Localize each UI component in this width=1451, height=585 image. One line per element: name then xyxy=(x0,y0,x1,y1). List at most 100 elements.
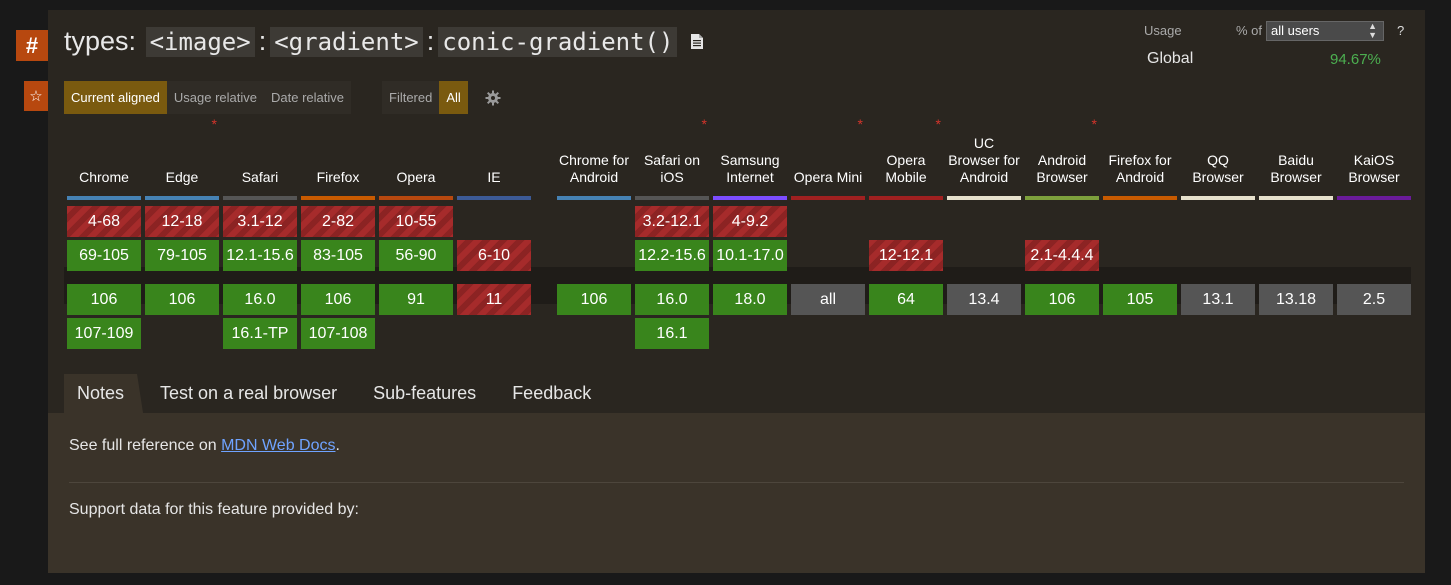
support-cell[interactable]: 16.1 xyxy=(635,318,709,349)
support-cell[interactable]: 91 xyxy=(379,284,453,315)
browser-header-chrome: Chrome xyxy=(67,116,141,186)
support-cell[interactable]: 64 xyxy=(869,284,943,315)
browser-name: KaiOS Browser xyxy=(1348,152,1400,185)
note-asterisk[interactable]: * xyxy=(212,116,217,133)
notes-suffix: . xyxy=(335,437,340,454)
browser-color-bar xyxy=(635,196,709,200)
date-relative-button[interactable]: Date relative xyxy=(264,81,351,114)
support-cell[interactable]: 56-90 xyxy=(379,240,453,271)
browser-color-bar xyxy=(557,196,631,200)
browser-color-bar xyxy=(1181,196,1255,200)
browser-name: QQ Browser xyxy=(1192,152,1244,185)
mdn-link[interactable]: MDN Web Docs xyxy=(221,437,335,454)
filtered-button[interactable]: Filtered xyxy=(382,81,440,114)
note-asterisk[interactable]: * xyxy=(1092,116,1097,133)
support-cell[interactable]: 83-105 xyxy=(301,240,375,271)
support-cell[interactable]: 105 xyxy=(1103,284,1177,315)
support-cell[interactable]: 2.5 xyxy=(1337,284,1411,315)
title-separator: : xyxy=(426,26,435,56)
document-icon[interactable] xyxy=(691,34,704,49)
support-data-text: Support data for this feature provided b… xyxy=(69,501,359,518)
divider xyxy=(69,482,1404,483)
note-asterisk[interactable]: * xyxy=(936,116,941,133)
support-cell[interactable]: 12-12.1 xyxy=(869,240,943,271)
support-cell[interactable]: 3.2-12.1 xyxy=(635,206,709,237)
tab-test-on-real-browser[interactable]: Test on a real browser xyxy=(147,374,356,413)
support-cell[interactable]: 106 xyxy=(301,284,375,315)
support-cell[interactable]: 13.4 xyxy=(947,284,1021,315)
support-cell[interactable]: 107-109 xyxy=(67,318,141,349)
browser-color-bar xyxy=(1259,196,1333,200)
current-aligned-button[interactable]: Current aligned xyxy=(64,81,167,114)
support-cell[interactable]: 106 xyxy=(557,284,631,315)
support-cell[interactable]: 10.1-17.0 xyxy=(713,240,787,271)
support-cell[interactable]: 12.2-15.6 xyxy=(635,240,709,271)
support-cell[interactable]: 2-82 xyxy=(301,206,375,237)
tab-notes[interactable]: Notes xyxy=(64,374,143,413)
browser-name: Opera Mobile xyxy=(885,152,927,185)
gear-icon[interactable] xyxy=(485,90,501,106)
support-cell[interactable]: 6-10 xyxy=(457,240,531,271)
browser-color-bar xyxy=(713,196,787,200)
browser-header-safari-on-ios: Safari on iOS * xyxy=(635,116,709,186)
note-asterisk[interactable]: * xyxy=(858,116,863,133)
support-cell[interactable]: 2.1-4.4.4 xyxy=(1025,240,1099,271)
support-cell[interactable]: 13.1 xyxy=(1181,284,1255,315)
select-arrows-icon: ▲ ▼ xyxy=(1368,21,1377,40)
anchor-hash-badge[interactable]: # xyxy=(16,30,48,61)
support-cell[interactable]: 16.0 xyxy=(635,284,709,315)
users-select[interactable]: all users ▲ ▼ xyxy=(1266,21,1384,41)
star-icon[interactable]: ☆ xyxy=(24,81,48,111)
support-cell[interactable]: 11 xyxy=(457,284,531,315)
browser-name: Firefox for Android xyxy=(1108,152,1172,185)
users-select-value: all users xyxy=(1271,23,1320,38)
browser-color-bar xyxy=(145,196,219,200)
browser-color-bar xyxy=(301,196,375,200)
support-cell[interactable]: 79-105 xyxy=(145,240,219,271)
browser-name: Firefox xyxy=(316,169,360,185)
tab-feedback[interactable]: Feedback xyxy=(499,374,610,413)
browser-color-bar xyxy=(1337,196,1411,200)
support-cell[interactable]: all xyxy=(791,284,865,315)
support-cell[interactable]: 4-68 xyxy=(67,206,141,237)
usage-relative-button[interactable]: Usage relative xyxy=(166,81,264,114)
support-cell[interactable]: 107-108 xyxy=(301,318,375,349)
title-token-conic: conic-gradient() xyxy=(438,26,678,57)
support-cell[interactable]: 18.0 xyxy=(713,284,787,315)
support-cell[interactable]: 4-9.2 xyxy=(713,206,787,237)
support-cell[interactable]: 69-105 xyxy=(67,240,141,271)
support-cell[interactable]: 10-55 xyxy=(379,206,453,237)
tab-sub-features[interactable]: Sub-features xyxy=(360,374,495,413)
support-cell[interactable]: 16.0 xyxy=(223,284,297,315)
support-cell[interactable]: 106 xyxy=(145,284,219,315)
browser-name: Edge xyxy=(165,169,199,185)
support-cell[interactable]: 12.1-15.6 xyxy=(223,240,297,271)
browser-color-bar xyxy=(67,196,141,200)
browser-name: Opera Mini xyxy=(793,169,863,185)
browser-header-firefox: Firefox xyxy=(301,116,375,186)
support-cell[interactable]: 3.1-12 xyxy=(223,206,297,237)
browser-header-firefox-for-android: Firefox for Android xyxy=(1103,116,1177,186)
all-button[interactable]: All xyxy=(439,81,468,114)
title-prefix: types: xyxy=(64,26,137,56)
browser-color-bar xyxy=(1025,196,1099,200)
support-cell[interactable]: 106 xyxy=(67,284,141,315)
support-cell[interactable]: 13.18 xyxy=(1259,284,1333,315)
usage-label: Usage xyxy=(1144,23,1182,38)
global-label: Global xyxy=(1147,50,1194,67)
browser-header-baidu-browser: Baidu Browser xyxy=(1259,116,1333,186)
support-cell[interactable]: 16.1-TP xyxy=(223,318,297,349)
support-cell[interactable]: 12-18 xyxy=(145,206,219,237)
browser-color-bar xyxy=(223,196,297,200)
note-asterisk[interactable]: * xyxy=(702,116,707,133)
browser-header-opera-mini: Opera Mini * xyxy=(791,116,865,186)
browser-name: Safari on iOS xyxy=(643,152,701,185)
browser-header-qq-browser: QQ Browser xyxy=(1181,116,1255,186)
notes-panel: See full reference on MDN Web Docs. Supp… xyxy=(48,413,1425,573)
support-cell[interactable]: 106 xyxy=(1025,284,1099,315)
global-usage-percent: 94.67% xyxy=(1330,51,1381,68)
notes-reference: See full reference on MDN Web Docs. xyxy=(69,437,340,455)
help-button[interactable]: ? xyxy=(1397,23,1404,38)
browser-name: Opera xyxy=(396,169,436,185)
page-title: types: <image> : <gradient> : conic-grad… xyxy=(64,26,704,57)
